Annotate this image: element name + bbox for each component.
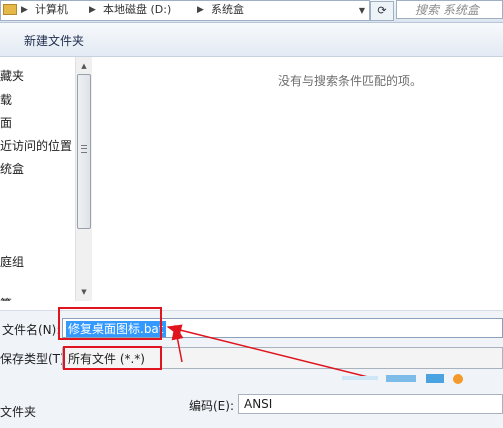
arrow-line xyxy=(166,324,373,379)
arrow-line xyxy=(171,324,184,363)
annotation-arrows xyxy=(166,324,373,379)
watermark-logo xyxy=(342,374,463,384)
